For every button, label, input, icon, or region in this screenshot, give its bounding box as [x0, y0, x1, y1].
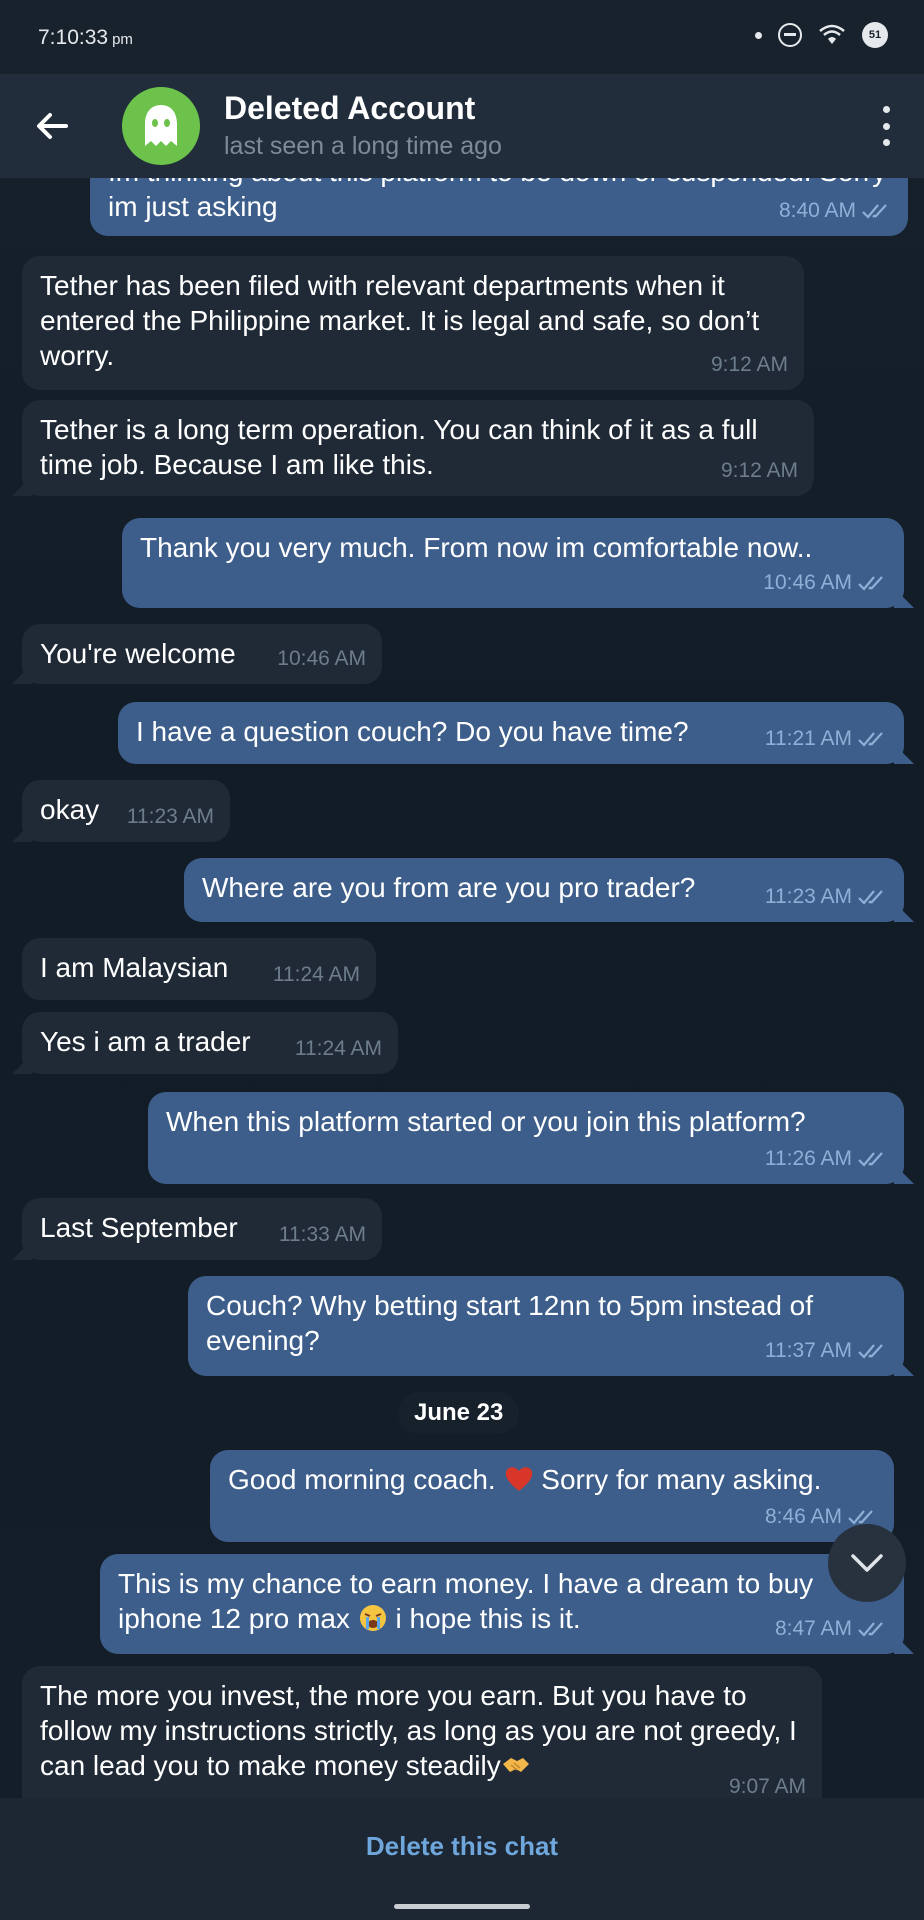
message-incoming[interactable]: Yes i am a trader 11:24 AM	[22, 1012, 398, 1074]
message-time: 11:24 AM	[294, 1037, 382, 1060]
message-outgoing[interactable]: Thank you very much. From now im comfort…	[122, 518, 904, 608]
message-text-part: Good morning coach.	[228, 1464, 496, 1495]
message-text: Tether is a long term operation. You can…	[40, 414, 758, 480]
notification-dot-icon	[755, 31, 762, 39]
message-outgoing[interactable]: I have a question couch? Do you have tim…	[118, 702, 904, 764]
message-time: 11:23 AM	[764, 885, 852, 908]
message-time: 11:33 AM	[278, 1223, 366, 1246]
status-clock: 7:10:33	[38, 26, 109, 49]
status-ampm: pm	[112, 31, 133, 48]
message-text: You're welcome	[40, 638, 236, 669]
message-text-part: Sorry for many asking.	[541, 1464, 822, 1495]
message-text: I am Malaysian	[40, 952, 229, 983]
battery-icon: 51	[862, 22, 888, 48]
read-checks-icon	[848, 1509, 873, 1525]
message-time: 8:46 AM	[764, 1505, 842, 1528]
status-icons: 51	[755, 22, 888, 48]
delete-chat-button[interactable]: Delete this chat	[0, 1798, 924, 1894]
do-not-disturb-icon	[778, 23, 802, 47]
message-time: 10:46 AM	[277, 647, 366, 670]
red-heart-icon	[505, 1467, 532, 1491]
message-incoming[interactable]: I am Malaysian 11:24 AM	[22, 938, 376, 1000]
status-time: 7:10:33 pm	[38, 26, 133, 50]
message-time: 11:37 AM	[764, 1339, 852, 1362]
ghost-icon	[145, 105, 177, 146]
message-time: 11:21 AM	[764, 727, 852, 750]
message-text: Couch? Why betting start 12nn to 5pm ins…	[206, 1290, 814, 1356]
message-incoming[interactable]: Last September 11:33 AM	[22, 1198, 382, 1260]
chat-title[interactable]: Deleted Account	[224, 90, 475, 127]
message-time: 8:47 AM	[774, 1617, 852, 1640]
date-separator: June 23	[398, 1392, 520, 1434]
read-checks-icon	[858, 889, 883, 905]
message-time: 9:12 AM	[710, 353, 788, 376]
message-text: Where are you from are you pro trader?	[202, 872, 696, 903]
battery-level: 51	[868, 29, 882, 41]
message-outgoing[interactable]: When this platform started or you join t…	[148, 1092, 904, 1184]
message-time: 9:07 AM	[728, 1775, 806, 1798]
message-outgoing[interactable]: This is my chance to earn money. I have …	[100, 1554, 904, 1654]
message-time: 11:24 AM	[272, 963, 360, 986]
message-text-part: The more you invest, the more you earn. …	[40, 1680, 797, 1781]
message-text: This is my chance to earn money. I have …	[118, 1568, 813, 1634]
message-text: Tether has been filed with relevant depa…	[40, 270, 760, 371]
message-time: 9:12 AM	[720, 459, 798, 482]
message-outgoing[interactable]: Where are you from are you pro trader? 1…	[184, 858, 904, 922]
message-incoming[interactable]: The more you invest, the more you earn. …	[22, 1666, 822, 1798]
handshake-icon	[502, 1758, 529, 1772]
message-text: Im thinking about this platform to be do…	[108, 178, 886, 222]
home-indicator[interactable]	[394, 1904, 530, 1909]
bottom-bar: Delete this chat	[0, 1798, 924, 1920]
loudly-crying-face-icon	[359, 1605, 386, 1631]
message-outgoing[interactable]: Couch? Why betting start 12nn to 5pm ins…	[188, 1276, 904, 1376]
read-checks-icon	[858, 1151, 883, 1167]
message-text: When this platform started or you join t…	[166, 1106, 806, 1137]
message-text: Yes i am a trader	[40, 1026, 251, 1057]
wifi-icon	[819, 24, 845, 44]
read-checks-icon	[858, 1621, 883, 1637]
message-outgoing[interactable]: Good morning coach. Sorry for many askin…	[210, 1450, 894, 1542]
read-checks-icon	[858, 1343, 883, 1359]
message-list[interactable]: Im thinking about this platform to be do…	[0, 178, 924, 1798]
message-text-part: i hope this is it.	[395, 1603, 581, 1634]
read-checks-icon	[858, 731, 883, 747]
message-time: 11:26 AM	[764, 1147, 852, 1170]
chat-header: Deleted Account last seen a long time ag…	[0, 74, 924, 178]
message-text: okay	[40, 794, 100, 825]
message-incoming[interactable]: Tether is a long term operation. You can…	[22, 400, 814, 496]
message-time: 10:46 AM	[763, 571, 852, 594]
message-time: 8:40 AM	[778, 199, 856, 222]
message-text: Thank you very much. From now im comfort…	[140, 532, 813, 563]
message-incoming[interactable]: You're welcome 10:46 AM	[22, 624, 382, 684]
avatar[interactable]	[122, 87, 200, 165]
read-checks-icon	[862, 203, 887, 219]
message-time: 11:23 AM	[126, 805, 214, 828]
message-text: The more you invest, the more you earn. …	[40, 1680, 797, 1781]
message-outgoing[interactable]: Im thinking about this platform to be do…	[90, 178, 908, 236]
message-text: Good morning coach. Sorry for many askin…	[228, 1464, 821, 1495]
message-incoming[interactable]: okay 11:23 AM	[22, 780, 230, 842]
back-arrow-icon[interactable]	[30, 104, 74, 148]
message-incoming[interactable]: Tether has been filed with relevant depa…	[22, 256, 804, 390]
chevron-down-icon	[851, 1554, 883, 1572]
status-bar: 7:10:33 pm 51	[0, 0, 924, 74]
message-text: Last September	[40, 1212, 238, 1243]
message-text: I have a question couch? Do you have tim…	[136, 716, 689, 747]
more-options-icon[interactable]	[878, 106, 894, 146]
read-checks-icon	[858, 575, 883, 591]
scroll-to-bottom-button[interactable]	[828, 1524, 906, 1602]
last-seen-status: last seen a long time ago	[224, 132, 502, 160]
